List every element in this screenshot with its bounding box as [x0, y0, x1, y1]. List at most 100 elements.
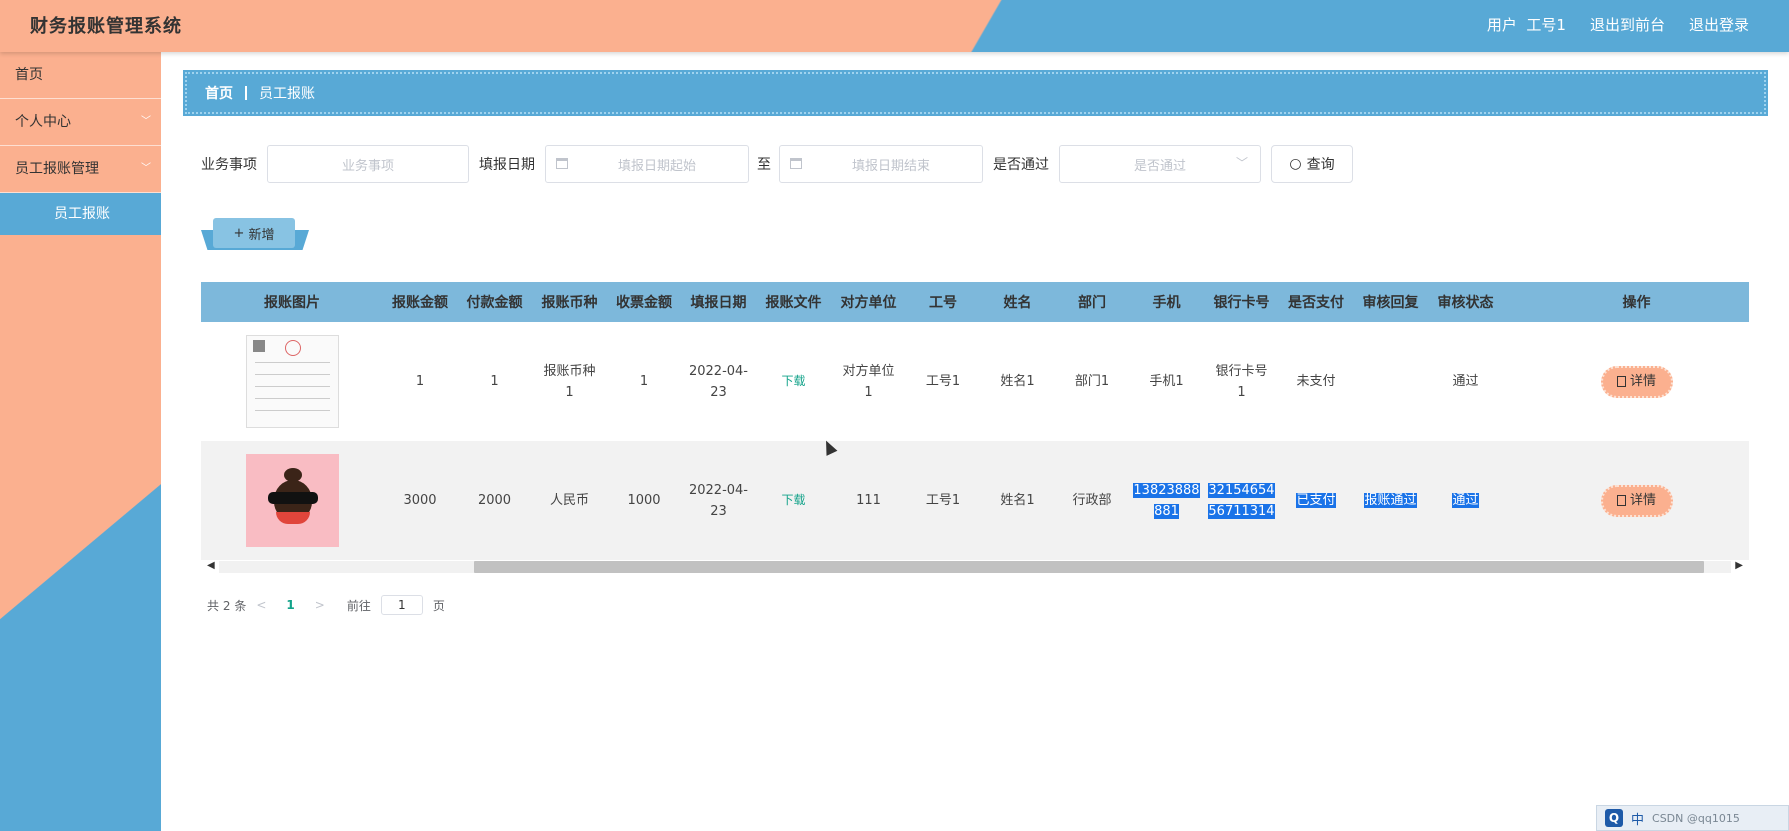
sidebar-item-personal-center[interactable]: 个人中心 ﹀	[0, 99, 161, 146]
chevron-down-icon: ﹀	[1235, 156, 1248, 170]
column-header: 对方单位	[840, 295, 897, 311]
business-item-input[interactable]: 业务事项	[267, 145, 469, 183]
is-paid-cell: 未支付	[1296, 374, 1336, 389]
monkey-image-thumbnail[interactable]	[245, 454, 339, 547]
ime-logo-icon[interactable]: Q	[1605, 809, 1623, 827]
detail-button-label: 详情	[1629, 374, 1656, 389]
sidebar-item-label: 员工报账管理	[15, 161, 99, 177]
column-header: 姓名	[1003, 295, 1032, 311]
exit-to-front-link[interactable]: 退出到前台	[1590, 14, 1665, 35]
ime-mode[interactable]: 中	[1631, 809, 1644, 828]
sidebar-item-home[interactable]: 首页	[0, 52, 161, 99]
user-label: 用户	[1486, 16, 1517, 34]
search-form: 业务事项 业务事项 填报日期 填报日期起始 至 填报日期结束 是否通过 是否通过…	[201, 145, 1353, 183]
goto-page-input[interactable]: 1	[380, 595, 423, 615]
currency-cell: 人民币	[549, 493, 589, 508]
date-line2: 23	[710, 384, 727, 400]
column-header: 付款金额	[466, 295, 523, 311]
card-line1: 银行卡号	[1215, 363, 1268, 379]
column-header: 审核回复	[1362, 295, 1419, 311]
action-cell: 详情	[1503, 441, 1749, 560]
currency-cell: 报账币种 1	[532, 322, 607, 441]
column-header: 银行卡号	[1213, 295, 1270, 311]
ime-toolbar: Q 中 CSDN @qq1015	[1596, 805, 1789, 831]
download-link[interactable]: 下载	[756, 322, 831, 441]
currency-line2: 1	[565, 384, 574, 400]
dept-cell: 部门1	[1074, 374, 1110, 389]
status-cell: 通过	[1452, 374, 1479, 389]
pass-label: 是否通过	[993, 157, 1049, 173]
pass-select[interactable]: 是否通过 ﹀	[1059, 145, 1261, 183]
is-paid-cell: 已支付	[1279, 441, 1353, 560]
prev-page-icon[interactable]: <	[256, 598, 266, 612]
column-header: 报账币种	[541, 295, 598, 311]
paid-cell: 1	[490, 374, 499, 389]
card-cell: 银行卡号 1	[1204, 322, 1279, 441]
status-cell: 通过	[1428, 441, 1503, 560]
total-count: 共 2 条	[207, 597, 246, 614]
main-content: 首页 员工报账 业务事项 业务事项 填报日期 填报日期起始 至 填报日期结束 是…	[161, 52, 1789, 831]
scroll-left-arrow-icon[interactable]: ◀	[207, 560, 215, 571]
user-name: 工号1	[1526, 16, 1566, 34]
calendar-icon	[790, 158, 802, 169]
top-header: 财务报账管理系统 用户 工号1 退出到前台 退出登录	[0, 0, 1789, 52]
image-cell	[201, 322, 383, 441]
logout-link[interactable]: 退出登录	[1689, 14, 1749, 35]
add-button-label: 新增	[248, 227, 275, 243]
sidebar: 首页 个人中心 ﹀ 员工报账管理 ﹀ 员工报账	[0, 52, 161, 831]
breadcrumb-home-link[interactable]: 首页	[205, 83, 233, 103]
column-header: 报账金额	[392, 295, 448, 311]
qr-code-icon	[252, 340, 265, 352]
sidebar-subitem-employee-reimbursement[interactable]: 员工报账	[0, 193, 161, 235]
card-line2: 56711314	[1208, 503, 1275, 519]
date-cell: 2022-04- 23	[681, 441, 756, 560]
header-actions: 用户 工号1 退出到前台 退出登录	[1487, 14, 1749, 35]
placeholder: 是否通过	[1133, 158, 1186, 174]
add-button-wrapper: + 新增	[201, 218, 309, 252]
column-header: 部门	[1078, 295, 1106, 311]
date-end-picker[interactable]: 填报日期结束	[779, 145, 983, 183]
card-line2: 1	[1237, 384, 1246, 400]
current-user: 用户 工号1	[1487, 14, 1566, 35]
action-cell: 详情	[1503, 322, 1749, 441]
add-button[interactable]: + 新增	[213, 218, 295, 248]
total-suffix: 条	[234, 598, 247, 613]
breadcrumb: 首页 员工报账	[185, 72, 1766, 114]
invoice-image-thumbnail[interactable]	[245, 335, 339, 428]
phone-line1: 13823888	[1133, 482, 1200, 498]
current-page-number[interactable]: 1	[276, 598, 304, 612]
paid-cell: 2000	[477, 493, 512, 508]
next-page-icon[interactable]: >	[315, 598, 325, 612]
doc-line	[254, 374, 330, 375]
column-header: 报账图片	[264, 295, 320, 311]
date-start-picker[interactable]: 填报日期起始	[545, 145, 749, 183]
document-icon	[1616, 376, 1626, 387]
sidebar-item-label: 首页	[15, 67, 43, 83]
sidebar-item-reimbursement-management[interactable]: 员工报账管理 ﹀	[0, 146, 161, 193]
date-line2: 23	[710, 503, 727, 519]
column-header: 报账文件	[765, 295, 822, 311]
column-header: 工号	[929, 295, 957, 311]
card-line1: 32154654	[1208, 482, 1275, 498]
detail-button[interactable]: 详情	[1600, 365, 1673, 398]
query-button-label: 查询	[1306, 157, 1335, 173]
download-link[interactable]: 下载	[756, 441, 831, 560]
detail-button[interactable]: 详情	[1600, 484, 1673, 517]
reply-cell: 报账通过	[1353, 441, 1428, 560]
calendar-icon	[556, 158, 568, 169]
sunglasses	[267, 492, 318, 504]
monkey-mouth	[275, 512, 310, 524]
goto-prefix: 前往	[346, 598, 371, 613]
horizontal-scrollbar[interactable]: ◀ ▶	[201, 558, 1749, 574]
scroll-thumb[interactable]	[474, 561, 1704, 573]
is-paid-value: 已支付	[1296, 493, 1336, 508]
currency-line1: 报账币种	[543, 363, 596, 379]
sidebar-item-label: 员工报账	[54, 206, 110, 222]
scroll-right-arrow-icon[interactable]: ▶	[1735, 560, 1743, 571]
partner-cell: 对方单位 1	[831, 322, 906, 441]
amount-cell: 3000	[403, 493, 437, 508]
query-button[interactable]: ○ 查询	[1271, 145, 1353, 183]
image-cell	[201, 441, 383, 560]
reply-value: 报账通过	[1364, 493, 1417, 508]
data-table: 报账图片 报账金额 付款金额 报账币种 收票金额 填报日期 报账文件 对方单位 …	[201, 282, 1749, 582]
